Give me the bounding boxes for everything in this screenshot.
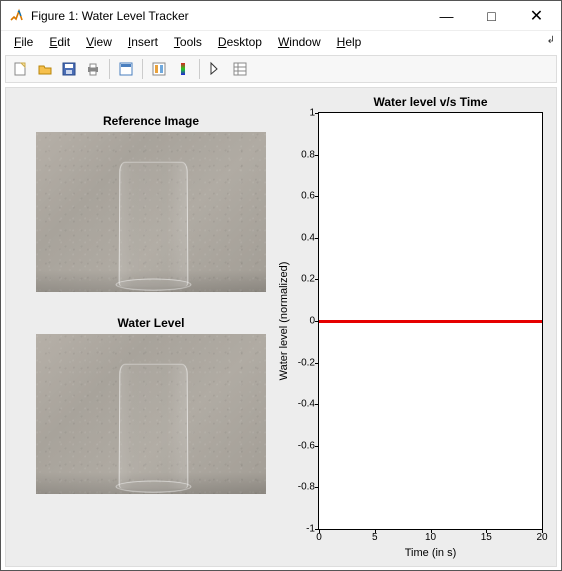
print-button[interactable]: [82, 58, 104, 80]
menu-bar: File Edit View Insert Tools Desktop Wind…: [1, 31, 561, 53]
menu-window[interactable]: Window: [271, 33, 328, 51]
y-tick: [315, 113, 319, 114]
menu-insert[interactable]: Insert: [121, 33, 165, 51]
y-tick-label: -0.6: [295, 440, 315, 451]
y-tick: [315, 155, 319, 156]
matlab-icon: [9, 8, 25, 24]
figure-canvas: Reference Image Water Level Water level …: [5, 87, 557, 567]
reference-image: [36, 132, 266, 292]
y-tick-label: -0.8: [295, 482, 315, 493]
y-tick-label: 0.6: [295, 191, 315, 202]
toolbar-separator: [109, 59, 110, 79]
menu-view[interactable]: View: [79, 33, 119, 51]
open-property-inspector-button[interactable]: [229, 58, 251, 80]
menu-tools[interactable]: Tools: [167, 33, 209, 51]
chart-axes[interactable]: Water level v/s Time Time (in s) Water l…: [318, 112, 543, 530]
maximize-button[interactable]: □: [469, 1, 514, 30]
edit-plot-button[interactable]: [205, 58, 227, 80]
link-plot-button[interactable]: [148, 58, 170, 80]
y-tick-label: -1: [295, 524, 315, 535]
print-preview-button[interactable]: [115, 58, 137, 80]
window-titlebar: Figure 1: Water Level Tracker ― □ ✕: [1, 1, 561, 31]
toolbar-separator: [199, 59, 200, 79]
y-tick: [315, 279, 319, 280]
y-tick: [315, 529, 319, 530]
figure-toolbar: [5, 55, 557, 83]
x-tick-label: 15: [481, 532, 492, 543]
y-tick-label: -0.2: [295, 357, 315, 368]
glass-outline: [118, 364, 188, 489]
y-tick: [315, 363, 319, 364]
y-tick-label: 0: [295, 316, 315, 327]
new-figure-button[interactable]: [10, 58, 32, 80]
reference-image-title: Reference Image: [36, 114, 266, 128]
water-level-title: Water Level: [36, 316, 266, 330]
toolbar-separator: [142, 59, 143, 79]
y-tick-label: 0.2: [295, 274, 315, 285]
y-tick: [315, 404, 319, 405]
x-tick-label: 5: [372, 532, 378, 543]
x-tick-label: 10: [425, 532, 436, 543]
close-button[interactable]: ✕: [514, 1, 559, 30]
y-tick-label: 1: [295, 108, 315, 119]
y-tick: [315, 238, 319, 239]
chart-ylabel: Water level (normalized): [278, 262, 290, 381]
water-level-image: [36, 334, 266, 494]
y-tick-label: 0.4: [295, 232, 315, 243]
y-tick: [315, 446, 319, 447]
glass-outline: [118, 162, 188, 287]
x-tick-label: 20: [536, 532, 547, 543]
minimize-button[interactable]: ―: [424, 1, 469, 30]
chart-xlabel: Time (in s): [405, 547, 457, 559]
open-button[interactable]: [34, 58, 56, 80]
y-tick-label: 0.8: [295, 149, 315, 160]
menu-file[interactable]: File: [7, 33, 40, 51]
chart-title: Water level v/s Time: [373, 95, 487, 109]
menu-desktop[interactable]: Desktop: [211, 33, 269, 51]
insert-colorbar-button[interactable]: [172, 58, 194, 80]
x-tick-label: 0: [316, 532, 322, 543]
y-tick: [315, 196, 319, 197]
menu-help[interactable]: Help: [330, 33, 369, 51]
dock-toggle-icon[interactable]: ↲: [547, 35, 555, 46]
window-title: Figure 1: Water Level Tracker: [31, 9, 424, 23]
series-line: [319, 320, 542, 323]
y-tick-label: -0.4: [295, 399, 315, 410]
menu-edit[interactable]: Edit: [42, 33, 77, 51]
save-button[interactable]: [58, 58, 80, 80]
y-tick: [315, 487, 319, 488]
